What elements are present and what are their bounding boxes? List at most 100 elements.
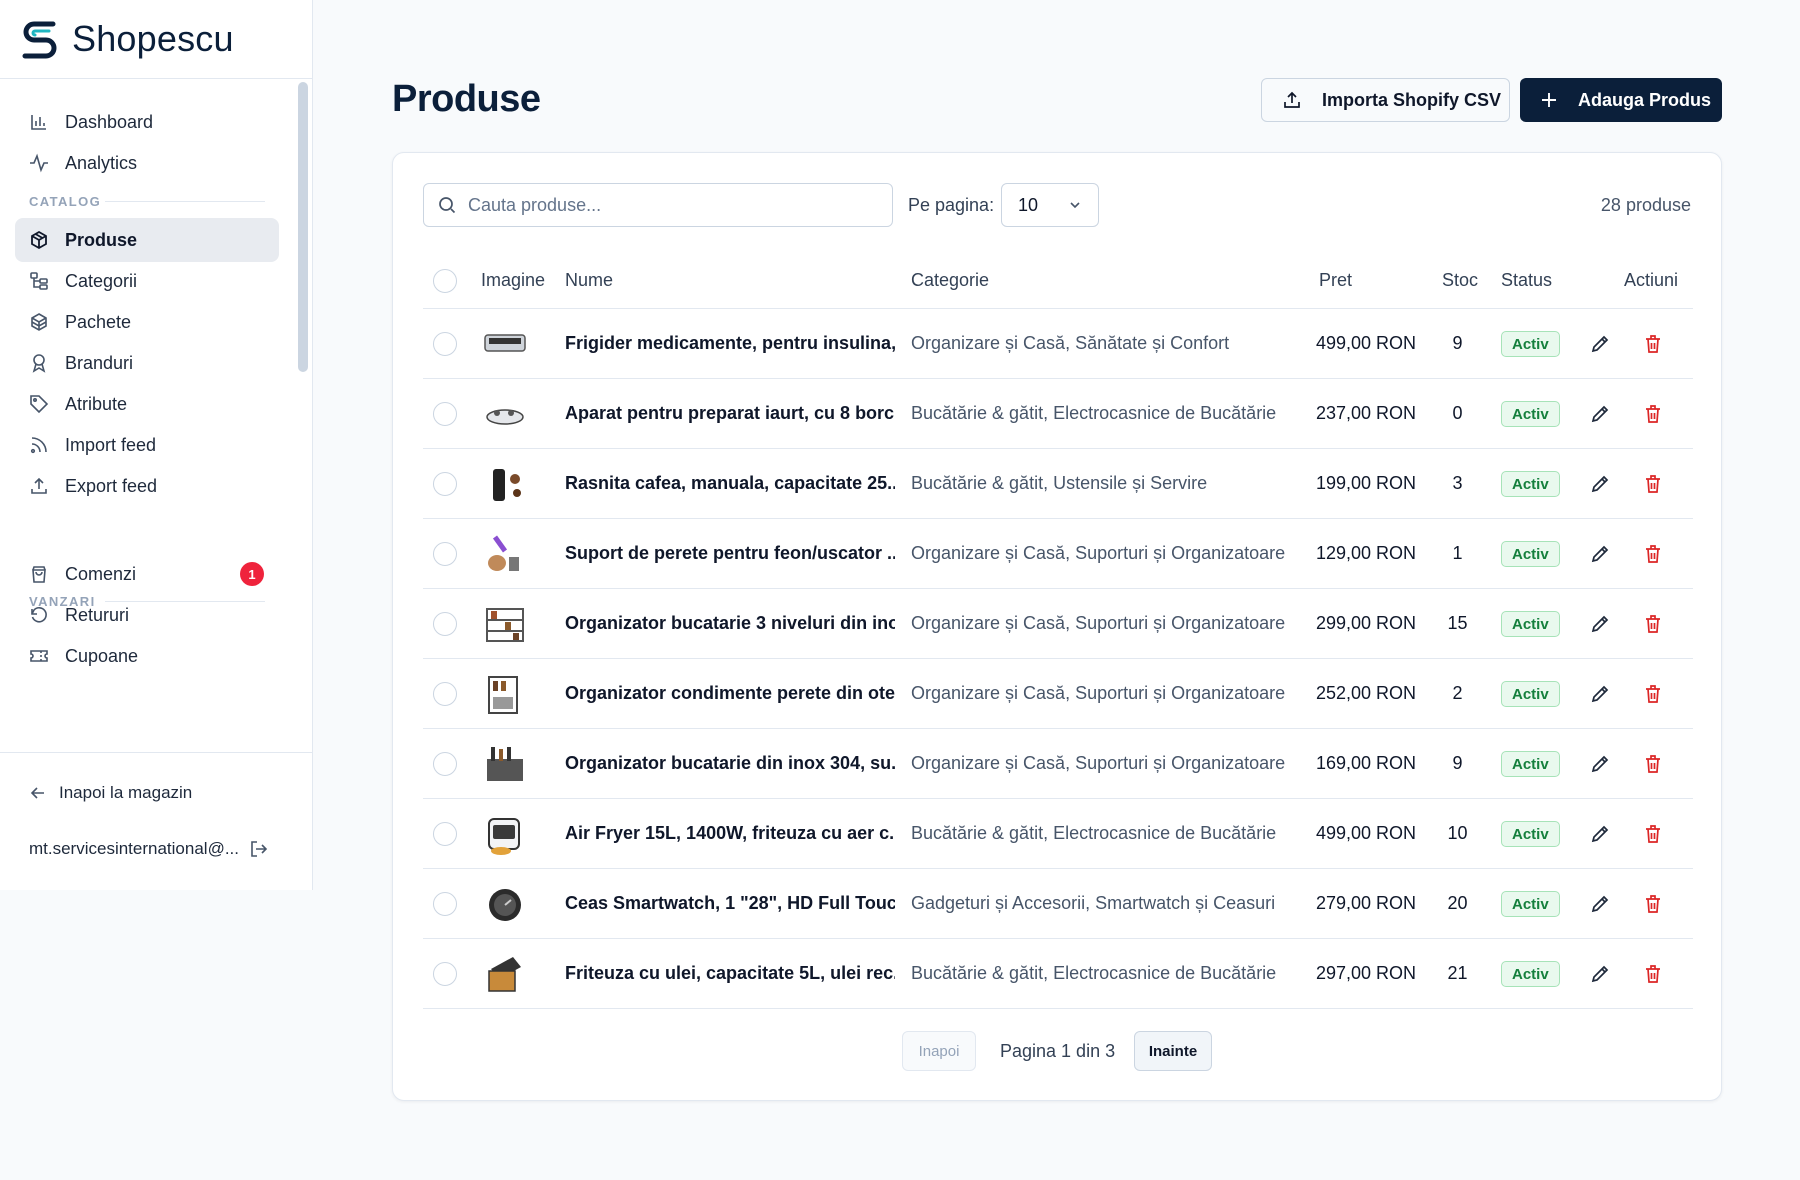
delete-icon[interactable] xyxy=(1642,473,1664,495)
next-page-button[interactable]: Inainte xyxy=(1134,1031,1212,1071)
row-checkbox[interactable] xyxy=(433,472,457,496)
table-row[interactable]: Rasnita cafea, manuala, capacitate 25...… xyxy=(423,449,1693,519)
row-checkbox[interactable] xyxy=(433,612,457,636)
sidebar-item-retururi[interactable]: Retururi xyxy=(15,593,279,637)
product-count: 28 produse xyxy=(1600,195,1691,215)
edit-icon[interactable] xyxy=(1589,613,1611,635)
select-all-checkbox[interactable] xyxy=(433,269,457,293)
edit-icon[interactable] xyxy=(1589,753,1611,775)
sidebar-item-cupoane[interactable]: Cupoane xyxy=(15,634,279,678)
sidebar-item-import-feed[interactable]: Import feed xyxy=(15,423,279,467)
product-name[interactable]: Air Fryer 15L, 1400W, friteuza cu aer c.… xyxy=(565,823,895,844)
delete-icon[interactable] xyxy=(1642,543,1664,565)
delete-icon[interactable] xyxy=(1642,963,1664,985)
per-page-value: 10 xyxy=(1018,194,1039,215)
product-name[interactable]: Friteuza cu ulei, capacitate 5L, ulei re… xyxy=(565,963,895,984)
sidebar-item-export-feed[interactable]: Export feed xyxy=(15,464,279,508)
delete-icon[interactable] xyxy=(1642,333,1664,355)
table-row[interactable]: Organizator condimente perete din ote...… xyxy=(423,659,1693,729)
table-row[interactable]: Friteuza cu ulei, capacitate 5L, ulei re… xyxy=(423,939,1693,1009)
delete-icon[interactable] xyxy=(1642,823,1664,845)
status-badge: Activ xyxy=(1501,681,1560,707)
row-checkbox[interactable] xyxy=(433,682,457,706)
status-badge: Activ xyxy=(1501,751,1560,777)
sidebar-item-label: Cupoane xyxy=(65,645,139,666)
column-header-name[interactable]: Nume xyxy=(565,270,613,291)
edit-icon[interactable] xyxy=(1589,403,1611,425)
ticket-icon xyxy=(29,646,49,666)
product-name[interactable]: Organizator condimente perete din ote... xyxy=(565,683,895,704)
logout-icon[interactable] xyxy=(249,839,269,859)
column-header-price[interactable]: Pret xyxy=(1319,270,1352,291)
sidebar-item-analytics[interactable]: Analytics xyxy=(15,141,279,185)
sidebar-item-dashboard[interactable]: Dashboard xyxy=(15,100,279,144)
product-name[interactable]: Aparat pentru preparat iaurt, cu 8 borc.… xyxy=(565,403,895,424)
row-checkbox[interactable] xyxy=(433,892,457,916)
sidebar-item-branduri[interactable]: Branduri xyxy=(15,341,279,385)
tag-icon xyxy=(29,394,49,414)
table-row[interactable]: Frigider medicamente, pentru insulina,..… xyxy=(423,309,1693,379)
column-header-stock[interactable]: Stoc xyxy=(1442,270,1478,291)
product-name[interactable]: Organizator bucatarie din inox 304, su..… xyxy=(565,753,895,774)
status-badge: Activ xyxy=(1501,541,1560,567)
table-row[interactable]: Organizator bucatarie 3 niveluri din ino… xyxy=(423,589,1693,659)
table-row[interactable]: Air Fryer 15L, 1400W, friteuza cu aer c.… xyxy=(423,799,1693,869)
add-button-label: Adauga Produs xyxy=(1578,89,1712,110)
sidebar-item-atribute[interactable]: Atribute xyxy=(15,382,279,426)
table-row[interactable]: Suport de perete pentru feon/uscator ...… xyxy=(423,519,1693,589)
product-name[interactable]: Suport de perete pentru feon/uscator ... xyxy=(565,543,895,564)
product-name[interactable]: Rasnita cafea, manuala, capacitate 25... xyxy=(565,473,895,494)
add-product-button[interactable]: Adauga Produs xyxy=(1520,78,1722,122)
delete-icon[interactable] xyxy=(1642,753,1664,775)
import-shopify-csv-button[interactable]: Importa Shopify CSV xyxy=(1261,78,1510,122)
table-row[interactable]: Aparat pentru preparat iaurt, cu 8 borc.… xyxy=(423,379,1693,449)
edit-icon[interactable] xyxy=(1589,683,1611,705)
table-row[interactable]: Organizator bucatarie din inox 304, su..… xyxy=(423,729,1693,799)
sidebar-item-produse[interactable]: Produse xyxy=(15,218,279,262)
product-name[interactable]: Frigider medicamente, pentru insulina,..… xyxy=(565,333,895,354)
previous-page-button[interactable]: Inapoi xyxy=(902,1031,976,1071)
product-stock: 3 xyxy=(1452,473,1463,493)
search-box[interactable] xyxy=(423,183,893,227)
row-checkbox[interactable] xyxy=(433,752,457,776)
back-to-store-link[interactable]: Inapoi la magazin xyxy=(29,783,192,803)
sidebar-item-comenzi[interactable]: Comenzi 1 xyxy=(15,552,279,596)
edit-icon[interactable] xyxy=(1589,893,1611,915)
edit-icon[interactable] xyxy=(1589,963,1611,985)
product-image xyxy=(484,334,526,352)
edit-icon[interactable] xyxy=(1589,543,1611,565)
table-header: Imagine Nume Categorie Pret Stoc Status … xyxy=(423,253,1693,309)
import-button-label: Importa Shopify CSV xyxy=(1322,89,1502,110)
per-page-select[interactable]: 10 xyxy=(1001,183,1099,227)
delete-icon[interactable] xyxy=(1642,683,1664,705)
row-checkbox[interactable] xyxy=(433,962,457,986)
product-category: Organizare și Casă, Suporturi și Organiz… xyxy=(911,543,1286,563)
row-checkbox[interactable] xyxy=(433,332,457,356)
product-price: 499,00 RON xyxy=(1315,333,1416,353)
delete-icon[interactable] xyxy=(1642,403,1664,425)
search-input[interactable] xyxy=(468,194,888,216)
sidebar-item-categorii[interactable]: Categorii xyxy=(15,259,279,303)
row-checkbox[interactable] xyxy=(433,542,457,566)
product-image xyxy=(488,535,519,571)
product-category: Gadgeturi și Accesorii, Smartwatch și Ce… xyxy=(911,893,1276,913)
product-image xyxy=(487,747,523,781)
product-category: Bucătărie & gătit, Ustensile și Servire xyxy=(911,473,1208,493)
logo[interactable]: Shopescu xyxy=(0,0,312,79)
table-row[interactable]: Ceas Smartwatch, 1 "28", HD Full Touc...… xyxy=(423,869,1693,939)
row-checkbox[interactable] xyxy=(433,402,457,426)
scrollbar-thumb[interactable] xyxy=(298,82,308,372)
delete-icon[interactable] xyxy=(1642,613,1664,635)
product-name[interactable]: Ceas Smartwatch, 1 "28", HD Full Touc... xyxy=(565,893,895,914)
status-badge: Activ xyxy=(1501,891,1560,917)
row-checkbox[interactable] xyxy=(433,822,457,846)
sidebar-item-pachete[interactable]: Pachete xyxy=(15,300,279,344)
edit-icon[interactable] xyxy=(1589,333,1611,355)
delete-icon[interactable] xyxy=(1642,893,1664,915)
product-name[interactable]: Organizator bucatarie 3 niveluri din ino… xyxy=(565,613,895,634)
edit-icon[interactable] xyxy=(1589,823,1611,845)
sidebar-scrollbar[interactable] xyxy=(296,80,310,752)
user-email: mt.servicesinternational@... xyxy=(29,839,240,858)
edit-icon[interactable] xyxy=(1589,473,1611,495)
sidebar-item-label: Atribute xyxy=(65,393,128,414)
